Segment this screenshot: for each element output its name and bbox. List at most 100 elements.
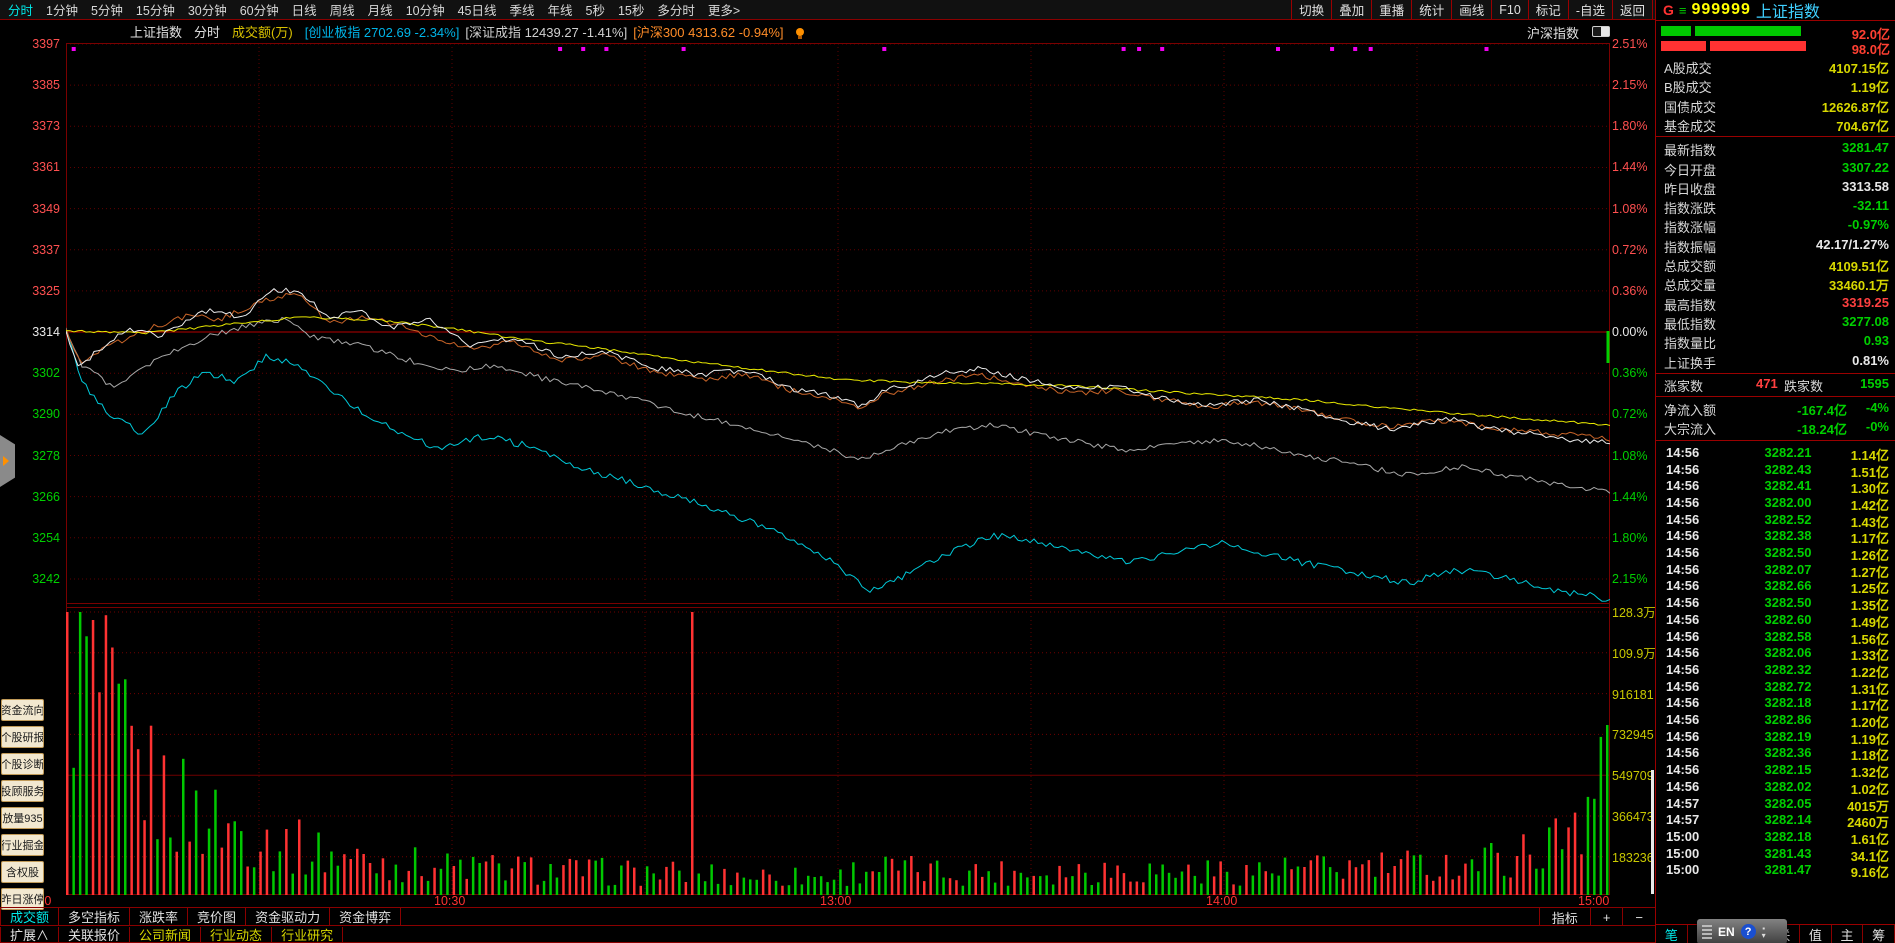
tick-row[interactable]: 14:56 3282.66 1.25亿 (1656, 578, 1895, 596)
tab-资金博弈[interactable]: 资金博弈 (330, 908, 402, 925)
period-tab-45日线[interactable]: 45日线 (458, 0, 497, 19)
tab-多空指标[interactable]: 多空指标 (59, 908, 131, 925)
ime-mode-label[interactable]: EN (1718, 925, 1735, 939)
period-tab-月线[interactable]: 月线 (368, 0, 393, 19)
tick-row[interactable]: 15:00 3281.47 9.16亿 (1656, 862, 1895, 880)
tick-row[interactable]: 14:56 3282.41 1.30亿 (1656, 478, 1895, 496)
tab-行业研究[interactable]: 行业研究 (272, 927, 344, 943)
stat-row[interactable]: 最低指数 3277.08 (1656, 314, 1895, 333)
toolbar-button-F10[interactable]: F10 (1492, 0, 1529, 19)
period-tab-年线[interactable]: 年线 (548, 0, 573, 19)
stat-row[interactable]: 昨日收盘 3313.58 (1656, 179, 1895, 198)
hs-index-label[interactable]: 沪深指数 (1527, 23, 1579, 42)
tick-row[interactable]: 14:56 3282.00 1.42亿 (1656, 495, 1895, 513)
stat-row[interactable]: 上证换手 0.81% (1656, 353, 1895, 372)
tab-成交额[interactable]: 成交额 (0, 908, 60, 925)
sidebar-button-个股诊断[interactable]: 个股诊断 (1, 753, 44, 775)
tick-row[interactable]: 14:56 3282.50 1.35亿 (1656, 595, 1895, 613)
quote-panel-header[interactable]: G ≡ 999999 上证指数 (1656, 0, 1895, 21)
period-tab-15秒[interactable]: 15秒 (618, 0, 644, 19)
tick-row[interactable]: 14:56 3282.50 1.26亿 (1656, 545, 1895, 563)
period-tab-多分时[interactable]: 多分时 (657, 0, 695, 19)
intraday-chart[interactable] (66, 43, 1610, 895)
sidebar-button-投顾服务[interactable]: 投顾服务 (1, 780, 44, 802)
panel-toggle-icon[interactable] (1592, 26, 1610, 37)
tick-row[interactable]: 14:56 3282.52 1.43亿 (1656, 512, 1895, 530)
sidebar-button-行业掘金[interactable]: 行业掘金 (1, 834, 44, 856)
tick-row[interactable]: 14:56 3282.18 1.17亿 (1656, 695, 1895, 713)
stat-row[interactable]: 最高指数 3319.25 (1656, 295, 1895, 314)
stat-row[interactable]: 基金成交 704.67亿 (1656, 116, 1895, 135)
tick-row[interactable]: 14:56 3282.06 1.33亿 (1656, 645, 1895, 663)
pen-button[interactable]: 笔 (1656, 925, 1688, 943)
toolbar-button-返回[interactable]: 返回 (1613, 0, 1652, 19)
tick-row[interactable]: 14:56 3282.19 1.19亿 (1656, 729, 1895, 747)
tick-row[interactable]: 14:56 3282.86 1.20亿 (1656, 712, 1895, 730)
tick-row[interactable]: 14:56 3282.02 1.02亿 (1656, 779, 1895, 797)
tab-行业动态[interactable]: 行业动态 (201, 927, 273, 943)
period-tab-1分钟[interactable]: 1分钟 (46, 0, 78, 19)
tick-row[interactable]: 14:57 3282.14 2460万 (1656, 812, 1895, 830)
tick-row[interactable]: 14:56 3282.38 1.17亿 (1656, 528, 1895, 546)
alert-lamp-icon[interactable] (795, 27, 804, 39)
period-tab-日线[interactable]: 日线 (292, 0, 317, 19)
sidebar-button-含权股[interactable]: 含权股 (1, 861, 44, 883)
tick-row[interactable]: 14:56 3282.60 1.49亿 (1656, 612, 1895, 630)
toolbar-button-标记[interactable]: 标记 (1529, 0, 1569, 19)
toolbar-button-切换[interactable]: 切换 (1292, 0, 1333, 19)
indicator-control-+[interactable]: + (1589, 908, 1623, 926)
stat-row[interactable]: 国债成交 12626.87亿 (1656, 97, 1895, 116)
period-tab-15分钟[interactable]: 15分钟 (136, 0, 175, 19)
period-tab-10分钟[interactable]: 10分钟 (406, 0, 445, 19)
period-tab-60分钟[interactable]: 60分钟 (240, 0, 279, 19)
stat-row[interactable]: 最新指数 3281.47 (1656, 140, 1895, 159)
period-tab-更多>[interactable]: 更多> (708, 0, 740, 19)
period-tab-5秒[interactable]: 5秒 (586, 0, 605, 19)
tick-row[interactable]: 14:56 3282.72 1.31亿 (1656, 679, 1895, 697)
tab-扩展∧[interactable]: 扩展∧ (0, 927, 60, 943)
stat-row[interactable]: A股成交 4107.15亿 (1656, 58, 1895, 77)
volume-scrollbar[interactable] (1651, 770, 1654, 894)
tick-row[interactable]: 15:00 3282.18 1.61亿 (1656, 829, 1895, 847)
period-tab-30分钟[interactable]: 30分钟 (188, 0, 227, 19)
stat-row[interactable]: 总成交额 4109.51亿 (1656, 256, 1895, 275)
toolbar-button-画线[interactable]: 画线 (1452, 0, 1493, 19)
sidebar-button-放量935[interactable]: 放量935 (1, 807, 44, 829)
toolbar-button-统计[interactable]: 统计 (1412, 0, 1453, 19)
stat-row[interactable]: 今日开盘 3307.22 (1656, 160, 1895, 179)
stat-row[interactable]: 指数涨跌 -32.11 (1656, 198, 1895, 217)
period-tab-季线[interactable]: 季线 (510, 0, 535, 19)
period-tab-周线[interactable]: 周线 (330, 0, 355, 19)
tick-row[interactable]: 14:57 3282.05 4015万 (1656, 796, 1895, 814)
toolbar-button--自选[interactable]: -自选 (1569, 0, 1613, 19)
stat-row[interactable]: 指数振幅 42.17/1.27% (1656, 237, 1895, 256)
tab-公司新闻[interactable]: 公司新闻 (130, 927, 202, 943)
tab-竞价图[interactable]: 竞价图 (188, 908, 247, 925)
tick-row[interactable]: 14:56 3282.15 1.32亿 (1656, 762, 1895, 780)
panel-button-主[interactable]: 主 (1832, 925, 1864, 943)
tick-row[interactable]: 14:56 3282.21 1.14亿 (1656, 445, 1895, 463)
indicator-control-−[interactable]: − (1622, 908, 1655, 926)
indicator-control-指标[interactable]: 指标 (1538, 908, 1590, 926)
period-tab-分时[interactable]: 分时 (8, 0, 33, 19)
tab-资金驱动力[interactable]: 资金驱动力 (246, 908, 331, 925)
sidebar-button-资金流向[interactable]: 资金流向 (1, 699, 44, 721)
tick-row[interactable]: 14:56 3282.43 1.51亿 (1656, 462, 1895, 480)
stat-row[interactable]: 总成交量 33460.1万 (1656, 275, 1895, 294)
tick-row[interactable]: 14:56 3282.36 1.18亿 (1656, 745, 1895, 763)
panel-button-值[interactable]: 值 (1800, 925, 1832, 943)
tick-row[interactable]: 14:56 3282.58 1.56亿 (1656, 629, 1895, 647)
sidebar-button-个股研报[interactable]: 个股研报 (1, 726, 44, 748)
tick-row[interactable]: 14:56 3282.07 1.27亿 (1656, 562, 1895, 580)
period-tab-5分钟[interactable]: 5分钟 (91, 0, 123, 19)
tab-涨跌率[interactable]: 涨跌率 (130, 908, 189, 925)
ime-toolbar[interactable]: EN ? ▪ ▾ (1697, 919, 1787, 943)
chart-indicator-label[interactable]: 成交额(万) (232, 22, 293, 41)
tick-row[interactable]: 14:56 3282.32 1.22亿 (1656, 662, 1895, 680)
toolbar-button-重播[interactable]: 重播 (1372, 0, 1413, 19)
stat-row[interactable]: 指数量比 0.93 (1656, 333, 1895, 352)
ime-grip-icon[interactable] (1702, 924, 1712, 939)
toolbar-button-叠加[interactable]: 叠加 (1332, 0, 1373, 19)
stat-row[interactable]: B股成交 1.19亿 (1656, 77, 1895, 96)
tab-关联报价[interactable]: 关联报价 (59, 927, 131, 943)
